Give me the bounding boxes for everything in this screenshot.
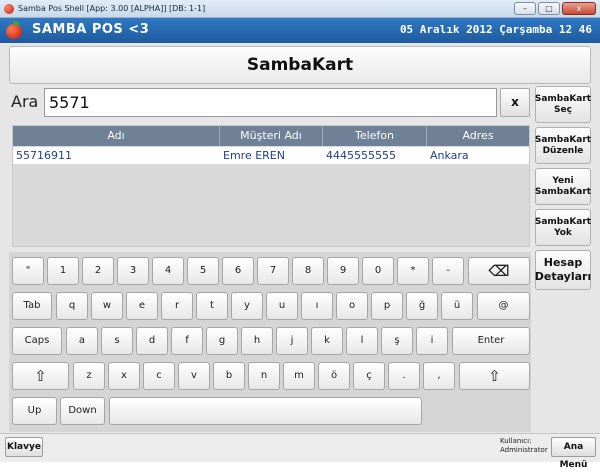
keyboard-toggle-button[interactable]: Klavye — [5, 437, 43, 457]
key-minus[interactable]: - — [432, 257, 464, 285]
key-u-umlaut[interactable]: ü — [441, 292, 473, 320]
key-e[interactable]: e — [126, 292, 158, 320]
key-b[interactable]: b — [213, 362, 245, 390]
key-n[interactable]: n — [248, 362, 280, 390]
cell-address: Ankara — [430, 149, 469, 162]
close-window-button[interactable]: x — [562, 2, 596, 15]
key-7[interactable]: 7 — [257, 257, 289, 285]
results-table: Adı Müşteri Adı Telefon Adres 55716911 E… — [12, 125, 530, 247]
key-s-cedilla[interactable]: ş — [381, 327, 413, 355]
column-header-name[interactable]: Adı — [13, 126, 220, 146]
key-h[interactable]: h — [241, 327, 273, 355]
select-sambakart-button[interactable]: SambaKart Seç — [535, 86, 591, 123]
key-comma[interactable]: , — [423, 362, 455, 390]
key-l[interactable]: l — [346, 327, 378, 355]
key-c-cedilla[interactable]: ç — [353, 362, 385, 390]
key-4[interactable]: 4 — [152, 257, 184, 285]
key-m[interactable]: m — [283, 362, 315, 390]
key-x[interactable]: x — [108, 362, 140, 390]
user-name: Administrator — [500, 446, 548, 454]
up-key[interactable]: Up — [12, 397, 57, 425]
enter-key[interactable]: Enter — [452, 327, 530, 355]
key-dotless-i[interactable]: ı — [301, 292, 333, 320]
window-title: Samba Pos Shell [App: 3.00 [ALPHA]] [DB:… — [18, 4, 206, 13]
date-time-display: 05 Aralık 2012 Çarşamba 12 46 — [399, 23, 592, 36]
column-header-phone[interactable]: Telefon — [323, 126, 427, 146]
cell-customer: Emre EREN — [223, 149, 285, 162]
key-f[interactable]: f — [171, 327, 203, 355]
minimize-button[interactable]: – — [514, 2, 536, 15]
no-sambakart-button[interactable]: SambaKart Yok — [535, 209, 591, 246]
page-title: SambaKart — [9, 46, 591, 84]
shift-right-key[interactable]: ⇧ — [459, 362, 530, 390]
backspace-key[interactable]: ⌫ — [468, 257, 530, 285]
key-8[interactable]: 8 — [292, 257, 324, 285]
key-o[interactable]: o — [336, 292, 368, 320]
key-q[interactable]: q — [56, 292, 88, 320]
key-t[interactable]: t — [196, 292, 228, 320]
key-3[interactable]: 3 — [117, 257, 149, 285]
shift-icon: ⇧ — [488, 367, 501, 385]
search-label: Ara — [11, 92, 39, 111]
table-header: Adı Müşteri Adı Telefon Adres — [13, 126, 529, 146]
column-header-customer[interactable]: Müşteri Adı — [220, 126, 323, 146]
shift-icon: ⇧ — [34, 367, 47, 385]
key-6[interactable]: 6 — [222, 257, 254, 285]
key-k[interactable]: k — [311, 327, 343, 355]
key-at[interactable]: @ — [477, 292, 530, 320]
backspace-icon: ⌫ — [488, 262, 510, 280]
main-menu-button[interactable]: Ana Menü — [551, 437, 596, 470]
key-y[interactable]: y — [231, 292, 263, 320]
key-asterisk[interactable]: * — [397, 257, 429, 285]
tab-key[interactable]: Tab — [12, 292, 52, 320]
user-info: Kullanıcı: Administrator — [500, 437, 548, 455]
down-key[interactable]: Down — [60, 397, 105, 425]
key-0[interactable]: 0 — [362, 257, 394, 285]
key-period[interactable]: . — [388, 362, 420, 390]
table-row[interactable]: 55716911 Emre EREN 4445555555 Ankara — [13, 147, 529, 164]
key-j[interactable]: j — [276, 327, 308, 355]
key-s[interactable]: s — [101, 327, 133, 355]
key-a[interactable]: a — [66, 327, 98, 355]
key-i[interactable]: i — [416, 327, 448, 355]
maximize-button[interactable]: □ — [538, 2, 560, 15]
apple-logo-icon — [6, 21, 22, 39]
shift-left-key[interactable]: ⇧ — [12, 362, 69, 390]
search-input[interactable] — [44, 88, 497, 117]
space-key[interactable] — [109, 397, 422, 425]
key-g-breve[interactable]: ğ — [406, 292, 438, 320]
cell-phone: 4445555555 — [326, 149, 396, 162]
user-label: Kullanıcı: — [500, 437, 532, 445]
app-icon — [4, 4, 14, 14]
key-quote[interactable]: " — [12, 257, 44, 285]
key-v[interactable]: v — [178, 362, 210, 390]
account-details-button[interactable]: Hesap Detayları — [535, 250, 591, 290]
key-z[interactable]: z — [73, 362, 105, 390]
window-title-bar: Samba Pos Shell [App: 3.00 [ALPHA]] [DB:… — [0, 0, 600, 18]
caps-key[interactable]: Caps — [12, 327, 62, 355]
key-g[interactable]: g — [206, 327, 238, 355]
app-header: SAMBA POS <3 05 Aralık 2012 Çarşamba 12 … — [0, 18, 600, 43]
cell-name: 55716911 — [16, 149, 72, 162]
key-1[interactable]: 1 — [47, 257, 79, 285]
key-5[interactable]: 5 — [187, 257, 219, 285]
clear-search-button[interactable]: x — [500, 88, 530, 117]
new-sambakart-button[interactable]: Yeni SambaKart — [535, 168, 591, 205]
column-header-address[interactable]: Adres — [427, 126, 529, 146]
key-9[interactable]: 9 — [327, 257, 359, 285]
key-w[interactable]: w — [91, 292, 123, 320]
key-u[interactable]: u — [266, 292, 298, 320]
key-p[interactable]: p — [371, 292, 403, 320]
edit-sambakart-button[interactable]: SambaKart Düzenle — [535, 127, 591, 164]
key-2[interactable]: 2 — [82, 257, 114, 285]
brand-title: SAMBA POS <3 — [32, 22, 150, 37]
key-d[interactable]: d — [136, 327, 168, 355]
key-o-umlaut[interactable]: ö — [318, 362, 350, 390]
key-c[interactable]: c — [143, 362, 175, 390]
key-r[interactable]: r — [161, 292, 193, 320]
